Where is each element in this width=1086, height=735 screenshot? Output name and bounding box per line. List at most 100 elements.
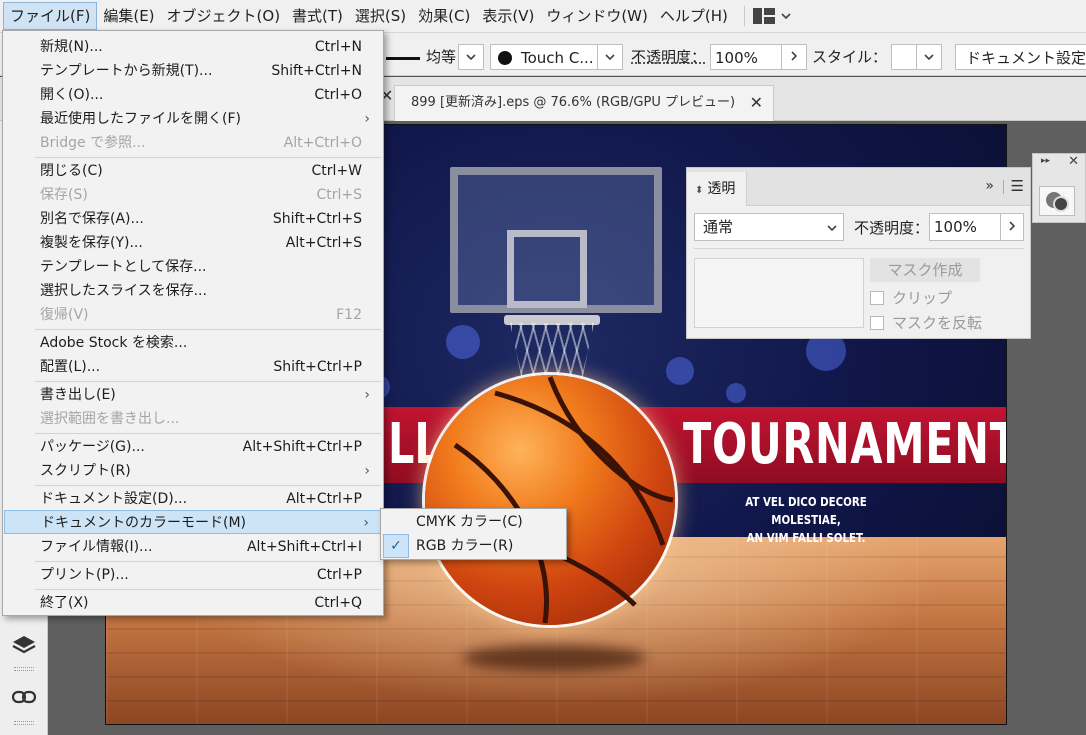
menu-item-label: パッケージ(G)...: [40, 439, 145, 455]
menu-item-label: プリント(P)...: [40, 567, 129, 583]
close-icon[interactable]: ✕: [1068, 154, 1079, 169]
menu-item-label: 選択範囲を書き出し...: [40, 411, 180, 427]
color-mode-submenu: CMYK カラー(C) ✓ RGB カラー(R): [380, 508, 567, 560]
menu-item-place[interactable]: 配置(L)... Shift+Ctrl+P: [4, 355, 382, 379]
chevron-right-icon: [791, 51, 798, 61]
expand-panels-icon[interactable]: ▸▸: [1041, 156, 1050, 166]
menu-item-shortcut: Ctrl+P: [316, 567, 362, 583]
poster-subtitle-line: AT VEL DICO DECORE MOLESTIAE,: [745, 494, 867, 527]
menu-edit[interactable]: 編集(E): [97, 2, 160, 30]
close-icon[interactable]: ✕: [750, 86, 763, 120]
menu-select[interactable]: 選択(S): [349, 2, 412, 30]
menu-item-document-setup[interactable]: ドキュメント設定(D)... Alt+Ctrl+P: [4, 487, 382, 511]
brush-dot-icon: [498, 51, 512, 65]
menu-item-browse-bridge[interactable]: Bridge で参照... Alt+Ctrl+O: [4, 131, 382, 155]
stroke-profile-dropdown[interactable]: [458, 44, 484, 70]
menu-item-save-copy[interactable]: 複製を保存(Y)... Alt+Ctrl+S: [4, 231, 382, 255]
menu-item-shortcut: Ctrl+O: [314, 87, 362, 103]
menu-help[interactable]: ヘルプ(H): [654, 2, 734, 30]
transparency-panel: ⬍ 透明 » ☰ 通常 不透明度： 100% マスク作成 クリップ マスクを反転: [686, 167, 1031, 339]
menu-object[interactable]: オブジェクト(O): [161, 2, 287, 30]
menu-effect[interactable]: 効果(C): [412, 2, 476, 30]
opacity-input[interactable]: 100%: [710, 44, 782, 70]
brush-dropdown[interactable]: [597, 44, 623, 70]
panel-header: ⬍ 透明 » ☰: [687, 168, 1030, 206]
menu-item-label: スクリプト(R): [40, 463, 131, 479]
menu-item-shortcut: Alt+Shift+Ctrl+P: [242, 439, 362, 455]
panel-opacity-input[interactable]: 100%: [929, 213, 1001, 241]
menu-item-exit[interactable]: 終了(X) Ctrl+Q: [4, 591, 382, 615]
menu-item-search-adobe-stock[interactable]: Adobe Stock を検索...: [4, 331, 382, 355]
panel-divider: [694, 248, 1024, 249]
panel-tab-transparency[interactable]: ⬍ 透明: [687, 172, 747, 206]
checkmark-icon: ✓: [383, 534, 409, 558]
bokeh-light: [726, 383, 746, 403]
menu-type[interactable]: 書式(T): [286, 2, 349, 30]
style-dropdown[interactable]: [916, 44, 942, 70]
menu-item-shortcut: Ctrl+W: [311, 163, 362, 179]
chevron-down-icon: [924, 54, 934, 61]
style-swatch[interactable]: [891, 44, 917, 70]
menu-item-scripts[interactable]: スクリプト(R) ›: [4, 459, 382, 483]
menu-file[interactable]: ファイル(F): [3, 2, 98, 30]
menu-item-label: 選択したスライスを保存...: [40, 283, 207, 299]
submenu-arrow-icon: ›: [364, 463, 370, 479]
menu-item-label: 配置(L)...: [40, 359, 101, 375]
make-mask-button[interactable]: マスク作成: [870, 258, 980, 282]
menu-item-shortcut: F12: [336, 307, 362, 323]
panel-menu-icon[interactable]: ☰: [1011, 177, 1024, 195]
grip-icon[interactable]: [14, 721, 34, 725]
menu-item-revert[interactable]: 復帰(V) F12: [4, 303, 382, 327]
menu-item-file-info[interactable]: ファイル情報(I)... Alt+Shift+Ctrl+I: [4, 535, 382, 559]
invert-mask-checkbox[interactable]: マスクを反転: [870, 312, 982, 333]
brush-name: Touch C...: [521, 49, 594, 67]
brush-field[interactable]: Touch C...: [490, 44, 598, 70]
opacity-stepper[interactable]: [781, 44, 807, 70]
menu-item-label: Bridge で参照...: [40, 135, 146, 151]
workspace-switcher[interactable]: [752, 8, 791, 24]
menu-item-shortcut: Shift+Ctrl+S: [272, 211, 362, 227]
blend-mode-select[interactable]: 通常: [694, 213, 844, 241]
document-tab[interactable]: 899 [更新済み].eps @ 76.6% (RGB/GPU プレビュー) ✕: [394, 85, 774, 121]
circle-icon: [1053, 196, 1069, 212]
menu-item-package[interactable]: パッケージ(G)... Alt+Shift+Ctrl+P: [4, 435, 382, 459]
menu-item-export-selection[interactable]: 選択範囲を書き出し...: [4, 407, 382, 431]
menu-item-close[interactable]: 閉じる(C) Ctrl+W: [4, 159, 382, 183]
menu-item-new-from-template[interactable]: テンプレートから新規(T)... Shift+Ctrl+N: [4, 59, 382, 83]
menu-item-save[interactable]: 保存(S) Ctrl+S: [4, 183, 382, 207]
menu-separator: [35, 589, 381, 590]
layers-icon[interactable]: [10, 631, 38, 659]
collapse-panel-icon[interactable]: »: [985, 178, 994, 194]
grip-icon[interactable]: [14, 667, 34, 671]
panel-opacity-stepper[interactable]: [1000, 213, 1024, 241]
document-setup-button[interactable]: ドキュメント設定: [955, 44, 1086, 70]
submenu-item-cmyk[interactable]: CMYK カラー(C): [382, 510, 565, 534]
menu-item-label: テンプレートから新規(T)...: [40, 63, 213, 79]
menu-item-print[interactable]: プリント(P)... Ctrl+P: [4, 563, 382, 587]
menu-view[interactable]: 表示(V): [476, 2, 540, 30]
stroke-profile-label[interactable]: 均等: [426, 44, 456, 70]
menu-item-save-as-template[interactable]: テンプレートとして保存...: [4, 255, 382, 279]
menu-item-save-selected-slices[interactable]: 選択したスライスを保存...: [4, 279, 382, 303]
transparency-panel-icon[interactable]: [1039, 186, 1075, 216]
menu-item-open-recent[interactable]: 最近使用したファイルを開く(F) ›: [4, 107, 382, 131]
bokeh-light: [446, 325, 480, 359]
submenu-item-rgb[interactable]: ✓ RGB カラー(R): [382, 534, 565, 558]
opacity-label[interactable]: 不透明度：: [631, 44, 706, 70]
menu-separator: [35, 157, 381, 158]
menu-window[interactable]: ウィンドウ(W): [540, 2, 654, 30]
chevron-right-icon: [1009, 221, 1016, 231]
menu-item-shortcut: Alt+Ctrl+S: [285, 235, 362, 251]
menu-item-label: 複製を保存(Y)...: [40, 235, 143, 251]
menu-item-new[interactable]: 新規(N)... Ctrl+N: [4, 35, 382, 59]
stroke-line-icon: [386, 57, 420, 60]
submenu-item-label: CMYK カラー(C): [416, 514, 523, 530]
menu-item-export[interactable]: 書き出し(E) ›: [4, 383, 382, 407]
clip-checkbox[interactable]: クリップ: [870, 287, 952, 308]
workspace-layout-icon: [752, 8, 775, 24]
menu-item-save-as[interactable]: 別名で保存(A)... Shift+Ctrl+S: [4, 207, 382, 231]
menu-item-document-color-mode[interactable]: ドキュメントのカラーモード(M) ›: [4, 510, 382, 534]
blend-mode-value: 通常: [703, 218, 734, 236]
menu-item-open[interactable]: 開く(O)... Ctrl+O: [4, 83, 382, 107]
link-icon[interactable]: [10, 683, 38, 711]
